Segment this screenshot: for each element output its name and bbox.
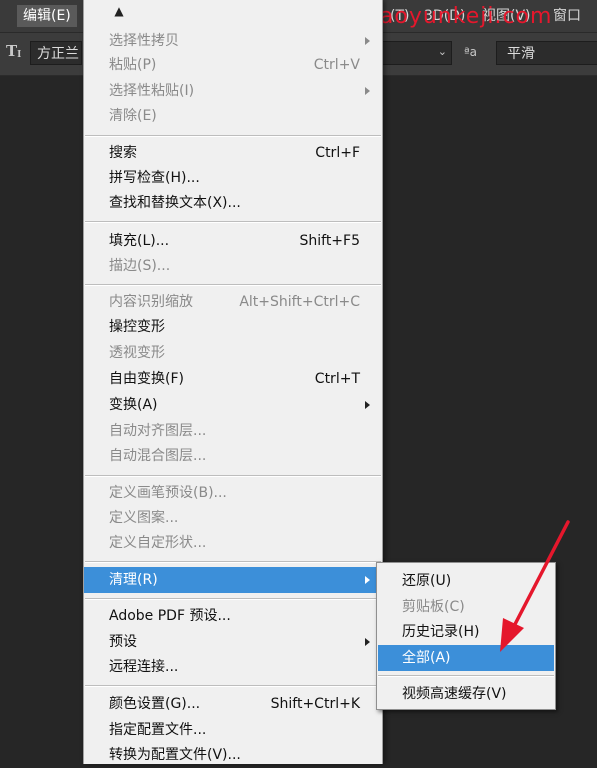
annotation-arrow-icon xyxy=(500,520,570,652)
